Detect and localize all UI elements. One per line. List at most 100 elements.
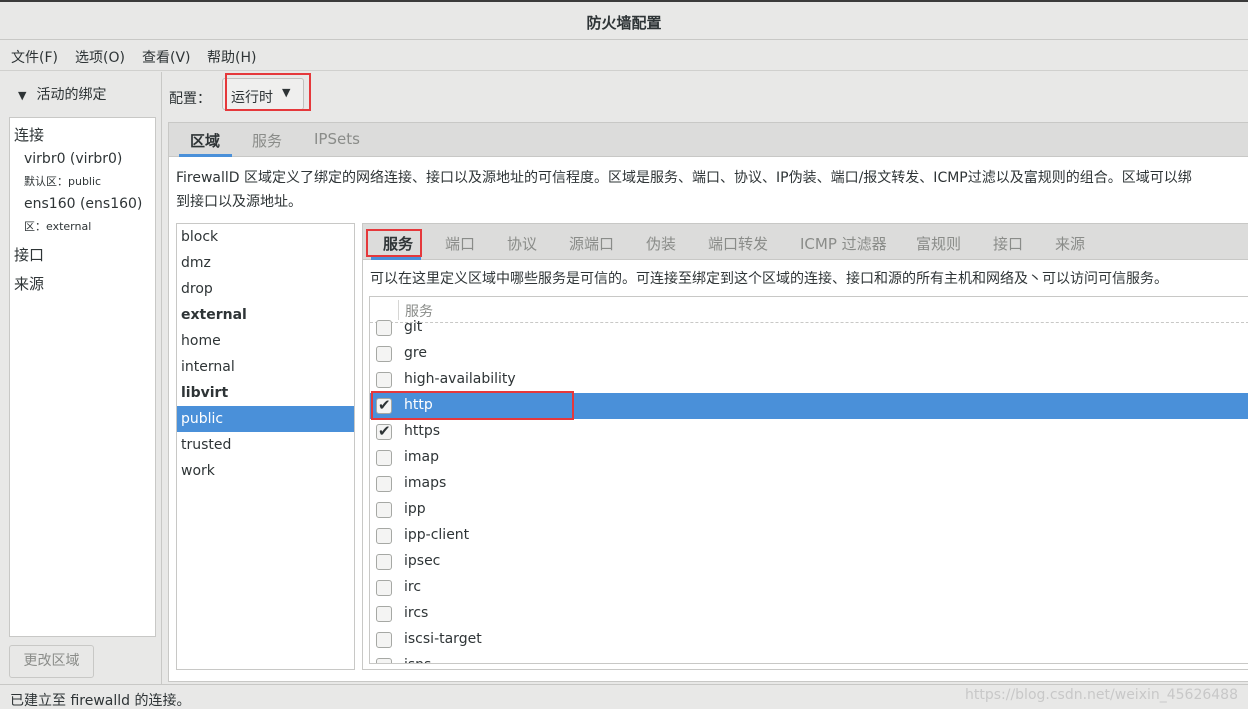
subtab-port-forwarding[interactable]: 端口转发 [708, 233, 768, 254]
tab-zones[interactable]: 区域 [190, 130, 220, 151]
bindings-list: 连接 virbr0 (virbr0) 默认区：public ens160 (en… [9, 117, 156, 637]
service-checkbox[interactable]: ✔ [376, 422, 392, 440]
subtab-protocols[interactable]: 协议 [507, 233, 537, 254]
service-checkbox[interactable] [376, 606, 392, 622]
interfaces-header[interactable]: 接口 [14, 244, 44, 265]
zone-item-block[interactable]: block [177, 224, 354, 250]
service-row[interactable]: ✔ http [370, 393, 1248, 419]
service-row[interactable]: imap [370, 445, 1248, 471]
subtab-icmp-filter[interactable]: ICMP 过滤器 [800, 233, 887, 254]
service-name: https [404, 423, 441, 439]
services-description: 可以在这里定义区域中哪些服务是可信的。可连接至绑定到这个区域的连接、接口和源的所… [370, 271, 1168, 287]
zone-item-internal[interactable]: internal [177, 354, 354, 380]
watermark: https://blog.csdn.net/weixin_45626488 [964, 687, 1238, 703]
tab-services[interactable]: 服务 [252, 130, 282, 151]
service-checkbox[interactable] [376, 320, 392, 336]
bindings-expander-label: 活动的绑定 [36, 87, 107, 103]
service-name: high-availability [404, 371, 516, 387]
zone-description-line: FirewallD 区域定义了绑定的网络连接、接口以及源地址的可信程度。区域是服… [176, 170, 1192, 186]
connection-zone: 默认区：public [24, 175, 102, 188]
service-row[interactable]: ipp-client [370, 523, 1248, 549]
service-checkbox[interactable] [376, 632, 392, 648]
chevron-down-icon: ▼ [18, 89, 27, 102]
config-dropdown[interactable]: 运行时 ▼ [222, 78, 304, 110]
service-name: imaps [404, 475, 447, 491]
menu-view[interactable]: 查看(V) [142, 47, 191, 67]
zone-item-trusted[interactable]: trusted [177, 432, 354, 458]
service-name: irc [404, 579, 422, 595]
menu-file[interactable]: 文件(F) [11, 47, 58, 67]
connections-header[interactable]: 连接 [14, 124, 44, 145]
service-row[interactable]: ✔ https [370, 419, 1248, 445]
zone-item-work[interactable]: work [177, 458, 354, 484]
zone-item-libvirt[interactable]: libvirt [177, 380, 354, 406]
service-checkbox[interactable] [376, 346, 392, 362]
service-name: ipp [404, 501, 426, 517]
active-tab-indicator [179, 154, 232, 157]
subtab-services[interactable]: 服务 [383, 233, 413, 254]
service-checkbox[interactable] [376, 476, 392, 492]
subtab-source-ports[interactable]: 源端口 [569, 233, 614, 254]
service-checkbox[interactable] [376, 580, 392, 596]
service-checkbox[interactable] [376, 372, 392, 388]
change-zone-button[interactable]: 更改区域 [9, 645, 94, 678]
zone-list: block dmz drop external home internal li… [176, 223, 355, 670]
checkmark-icon: ✔ [378, 396, 391, 414]
status-text: 已建立至 firewalld 的连接。 [10, 693, 191, 709]
service-name: ipsec [404, 553, 441, 569]
service-row[interactable]: high-availability [370, 367, 1248, 393]
service-row[interactable]: ircs [370, 601, 1248, 627]
zone-description-line: 到接口以及源地址。 [176, 194, 302, 210]
service-row[interactable]: imaps [370, 471, 1248, 497]
service-row[interactable]: iscsi-target [370, 627, 1248, 653]
service-name: gre [404, 345, 427, 361]
service-name: imap [404, 449, 439, 465]
service-checkbox[interactable] [376, 450, 392, 466]
service-row[interactable]: ipp [370, 497, 1248, 523]
connection-zone: 区：external [24, 220, 92, 233]
subtab-interfaces[interactable]: 接口 [993, 233, 1023, 254]
active-subtab-indicator [371, 257, 421, 260]
zone-item-home[interactable]: home [177, 328, 354, 354]
service-checkbox[interactable]: ✔ [376, 396, 392, 414]
service-row[interactable]: irc [370, 575, 1248, 601]
service-row[interactable]: gre [370, 341, 1248, 367]
checkmark-icon: ✔ [378, 422, 391, 440]
service-name: isns [404, 657, 431, 663]
bindings-expander[interactable]: ▼ 活动的绑定 [18, 84, 106, 104]
zone-item-external[interactable]: external [177, 302, 354, 328]
tab-ipsets[interactable]: IPSets [314, 130, 360, 148]
main-tabs: 区域 服务 IPSets [169, 123, 1248, 157]
service-name: ircs [404, 605, 429, 621]
service-row[interactable]: ipsec [370, 549, 1248, 575]
service-checkbox[interactable] [376, 528, 392, 544]
zone-item-public[interactable]: public [177, 406, 354, 432]
service-checkbox[interactable] [376, 502, 392, 518]
sources-header[interactable]: 来源 [14, 273, 44, 294]
zone-item-drop[interactable]: drop [177, 276, 354, 302]
service-name: http [404, 397, 433, 413]
status-bar: 已建立至 firewalld 的连接。 https://blog.csdn.ne… [0, 684, 1248, 709]
service-checkbox[interactable] [376, 554, 392, 570]
service-name: ipp-client [404, 527, 470, 543]
zone-description: FirewallD 区域定义了绑定的网络连接、接口以及源地址的可信程度。区域是服… [176, 166, 1248, 214]
zone-detail-tabs: 服务 端口 协议 源端口 伪装 端口转发 ICMP 过滤器 富规则 接口 来源 [363, 224, 1248, 260]
caret-down-icon: ▼ [282, 86, 291, 99]
service-name: git [404, 319, 423, 335]
menu-help[interactable]: 帮助(H) [207, 47, 256, 67]
connection-name[interactable]: virbr0 (virbr0) [24, 151, 122, 167]
service-row[interactable]: isns [370, 653, 1248, 663]
service-row[interactable]: git [370, 315, 1248, 341]
service-checkbox[interactable] [376, 658, 392, 663]
config-value: 运行时 [231, 90, 273, 106]
menu-options[interactable]: 选项(O) [75, 47, 125, 67]
connection-name[interactable]: ens160 (ens160) [24, 196, 142, 212]
config-label: 配置： [169, 91, 211, 107]
subtab-masquerade[interactable]: 伪装 [646, 233, 676, 254]
menu-bar: 文件(F) 选项(O) 查看(V) 帮助(H) [0, 41, 1248, 71]
subtab-sources[interactable]: 来源 [1055, 233, 1085, 254]
services-list[interactable]: 服务 git gre high-availability ✔ http ✔ https ima… [369, 296, 1248, 664]
zone-item-dmz[interactable]: dmz [177, 250, 354, 276]
subtab-ports[interactable]: 端口 [445, 233, 475, 254]
subtab-rich-rules[interactable]: 富规则 [916, 233, 961, 254]
